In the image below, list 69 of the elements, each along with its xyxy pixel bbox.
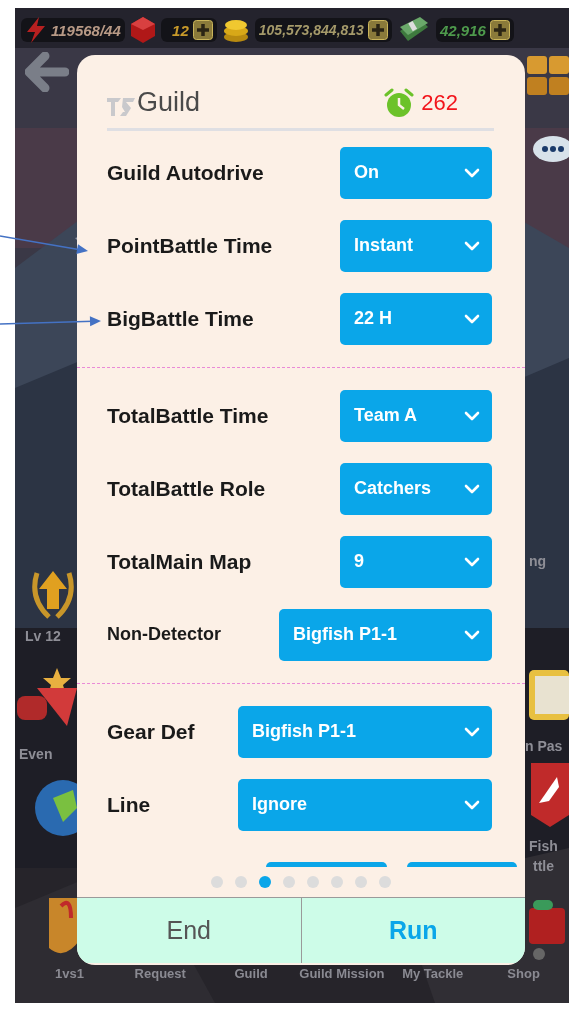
gem-count: 12 (172, 21, 189, 39)
logo-icon (107, 96, 135, 118)
cash-icon (397, 17, 430, 43)
energy-count: 119568/44 (51, 21, 121, 39)
dropdown[interactable]: Ignore (238, 778, 492, 831)
dropdown[interactable]: Instant (340, 219, 492, 272)
setting-label: Gear Def (107, 719, 195, 744)
back-arrow-icon[interactable] (25, 52, 69, 92)
chevron-icon (464, 799, 480, 810)
alarm-clock-icon (383, 88, 416, 118)
nav-label[interactable]: Guild (234, 966, 268, 981)
page-dot[interactable] (283, 876, 295, 888)
icon-label: ttle (533, 858, 554, 874)
page-dot[interactable] (307, 876, 319, 888)
fish-banner-icon[interactable] (529, 763, 569, 827)
chevron-icon (464, 629, 480, 640)
timer-count: 262 (421, 90, 458, 116)
chevron-icon (464, 726, 480, 737)
page-dot[interactable] (259, 876, 271, 888)
coin-count: 105,573,844,813 (258, 22, 364, 38)
page-dot[interactable] (355, 876, 367, 888)
setting-label: TotalBattle Role (107, 476, 266, 501)
setting-label: TotalBattle Time (107, 403, 269, 428)
setting-label: Guild Autodrive (107, 160, 264, 185)
nav-label[interactable]: 1vs1 (54, 966, 84, 981)
nav-label[interactable]: Request (134, 966, 186, 981)
chevron-icon (464, 313, 480, 324)
chevron-icon (464, 240, 480, 251)
brick-icon[interactable] (527, 56, 569, 96)
page-dot[interactable] (331, 876, 343, 888)
page-dot[interactable] (379, 876, 391, 888)
dropdown[interactable]: Bigfish P1-1 (238, 705, 492, 758)
coin-stack-icon (222, 17, 249, 43)
run-button[interactable]: Run (300, 898, 525, 963)
setting-label: TotalMain Map (107, 549, 252, 574)
cash-count: 42,916 (440, 21, 486, 39)
chevron-icon (464, 556, 480, 567)
dropdown[interactable]: On (340, 146, 492, 199)
setting-label: PointBattle Time (107, 233, 273, 258)
setting-label: Line (107, 792, 151, 817)
chevron-icon (464, 410, 480, 421)
page-dot[interactable] (211, 876, 223, 888)
dropdown[interactable]: 22 H (340, 292, 492, 345)
chat-bubble-icon[interactable] (531, 134, 569, 164)
end-button[interactable]: End (77, 898, 301, 963)
dropdown[interactable]: Team A (340, 389, 492, 442)
icon-label: Even (19, 746, 53, 762)
chevron-icon (464, 483, 480, 494)
page-dot[interactable] (235, 876, 247, 888)
plus-icon[interactable] (367, 20, 388, 40)
icon-label: ng (529, 553, 547, 569)
gem-icon (130, 17, 155, 43)
lightning-icon (25, 17, 47, 43)
plus-icon[interactable] (489, 20, 510, 40)
plus-icon[interactable] (192, 20, 213, 40)
chevron-icon (464, 167, 480, 178)
dialog-title: Guild (137, 87, 201, 118)
icon-label: Fish (529, 838, 558, 854)
nav-label[interactable]: Shop (507, 966, 540, 981)
setting-label: Non-Detector (107, 624, 221, 645)
icon-label: n Pas (525, 738, 563, 754)
nav-label[interactable]: My Tackle (402, 966, 464, 981)
dropdown[interactable]: 9 (340, 535, 492, 588)
ticket-icon[interactable] (527, 668, 569, 722)
dropdown[interactable]: Bigfish P1-1 (279, 608, 492, 661)
setting-label: BigBattle Time (107, 306, 254, 331)
dropdown[interactable]: Catchers (340, 462, 492, 515)
nav-label[interactable]: Guild Mission (299, 966, 385, 981)
icon-label: Lv 12 (25, 628, 61, 644)
